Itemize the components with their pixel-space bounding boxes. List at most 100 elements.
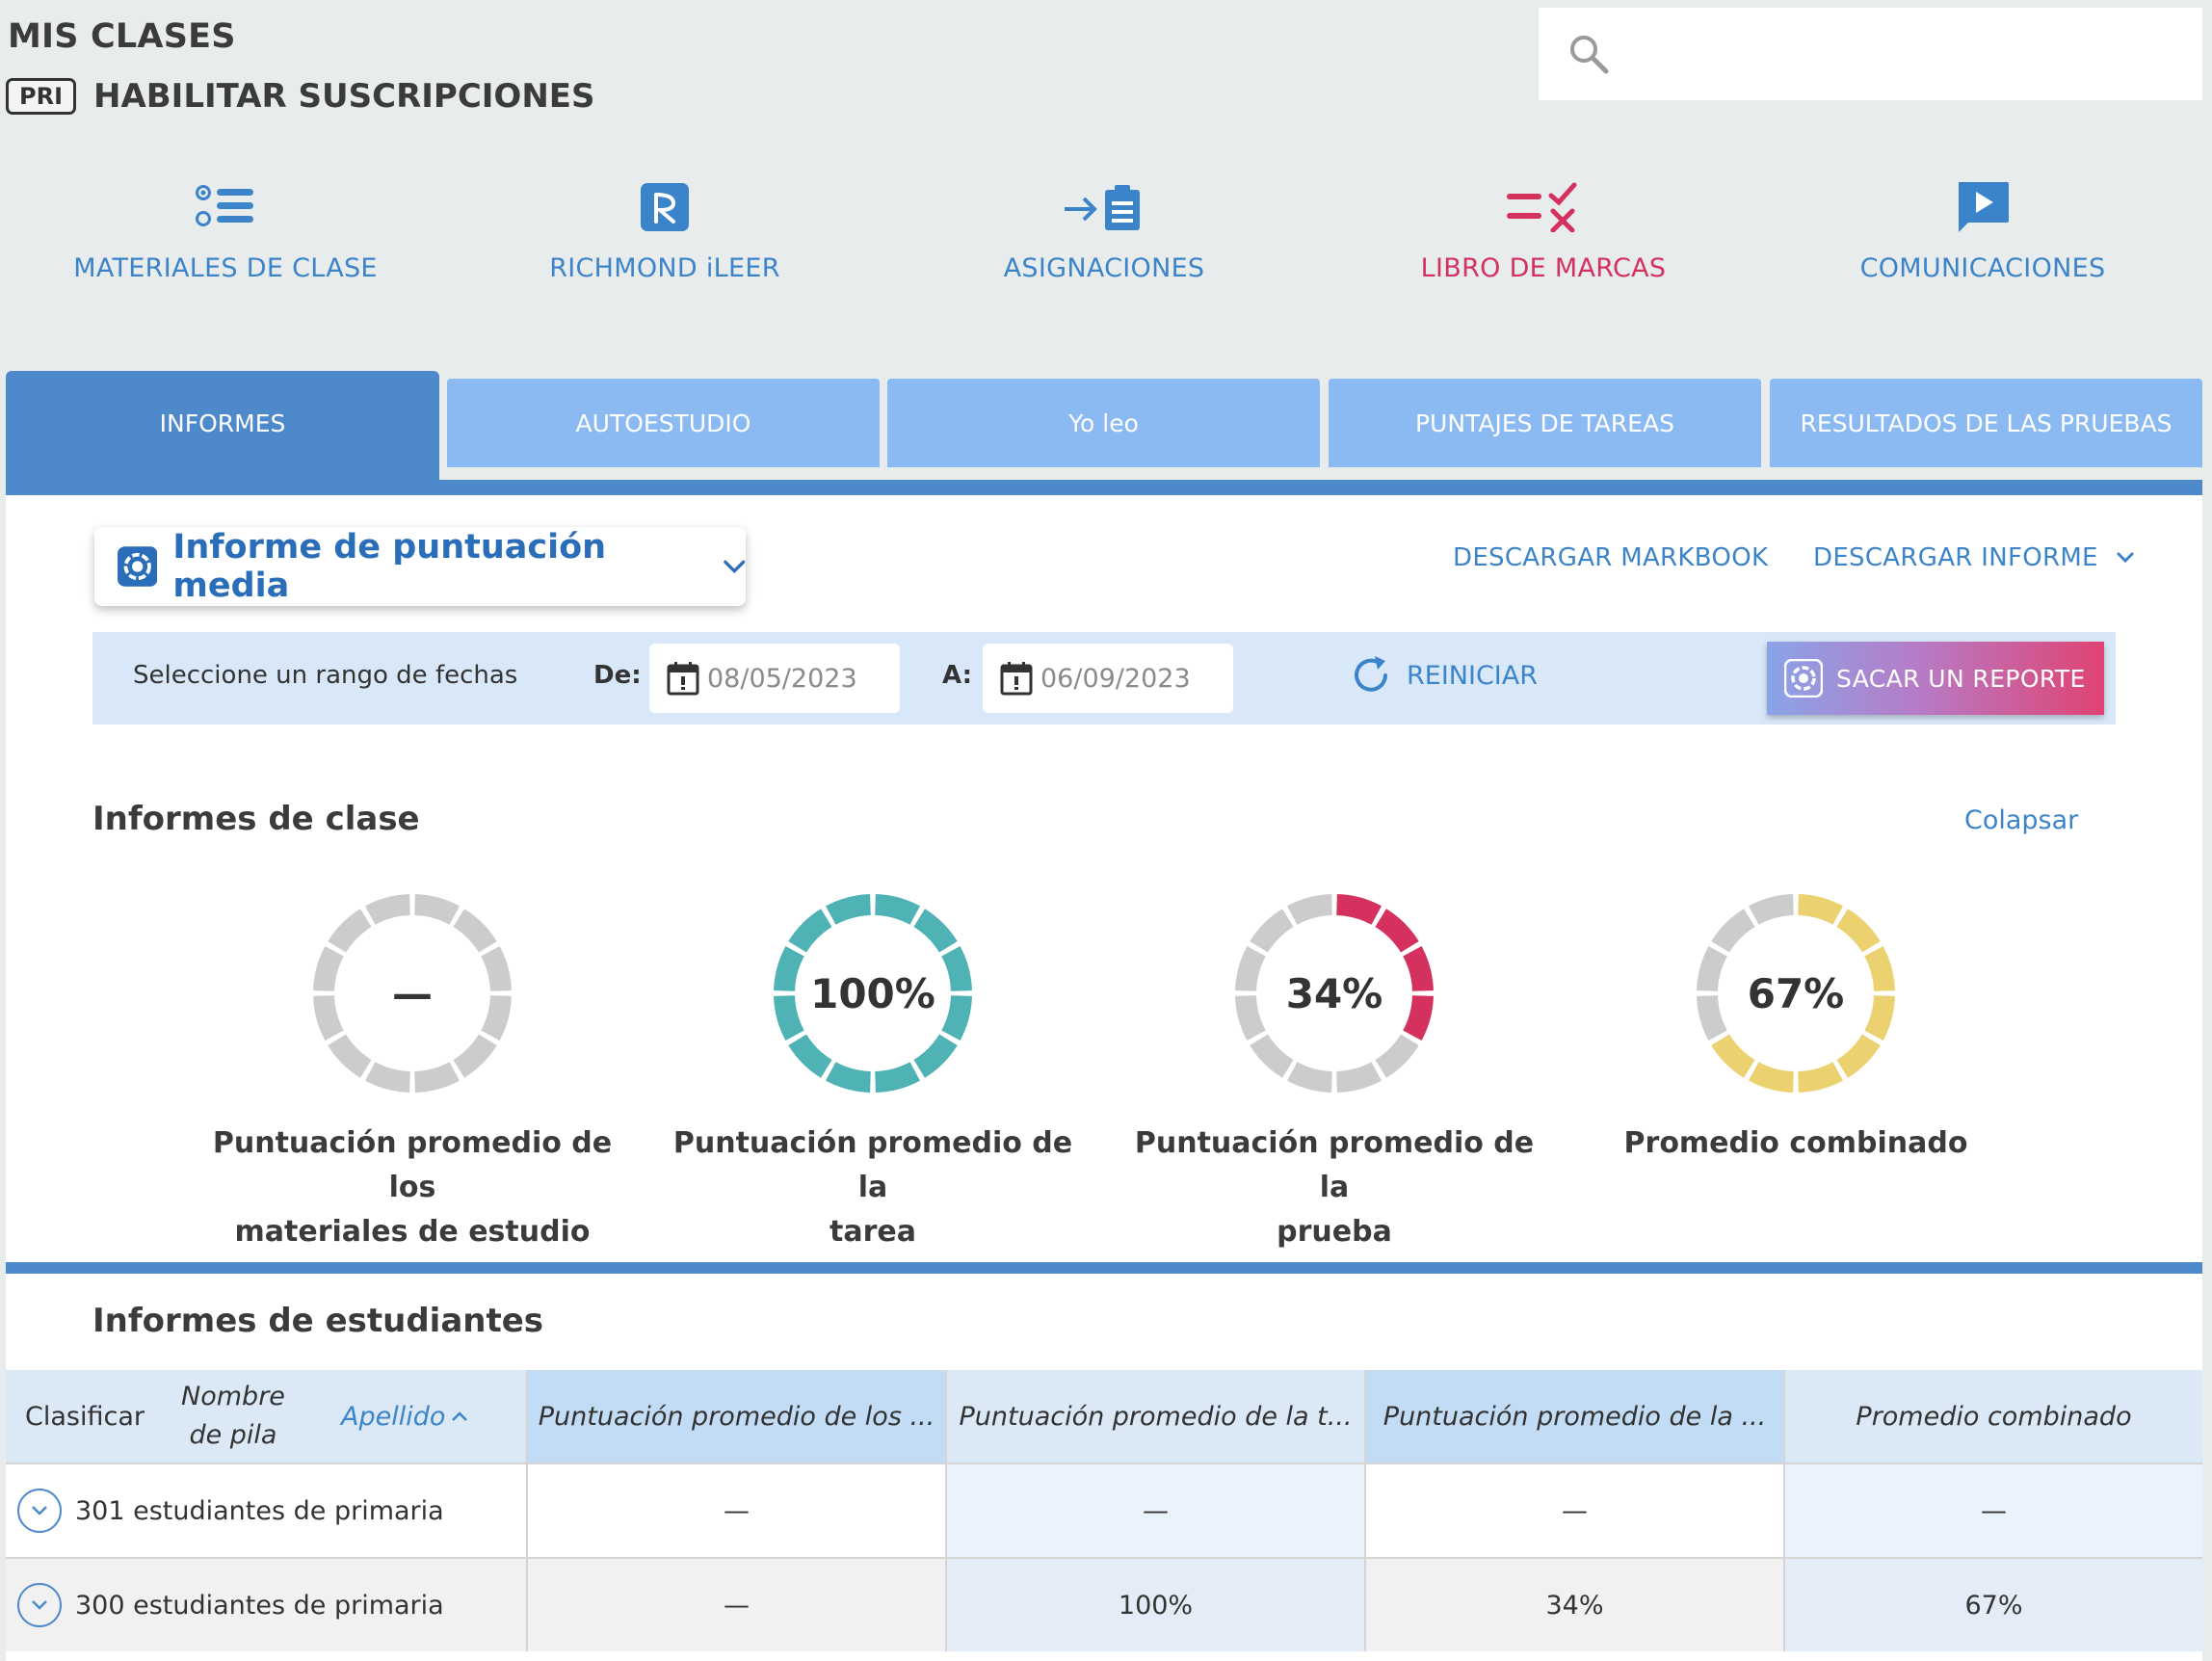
- column-header[interactable]: Puntuación promedio de la ...: [1366, 1370, 1783, 1463]
- gauge-value: 34%: [1286, 970, 1383, 1017]
- chevron-down-icon: [32, 1600, 47, 1610]
- ring-segment: [1711, 909, 1755, 953]
- row-name-cell: 300 estudiantes de primaria: [6, 1559, 526, 1651]
- to-date-value: 06/09/2023: [1040, 663, 1191, 694]
- refresh-icon: [1355, 656, 1387, 692]
- ring-segment: [1375, 909, 1419, 953]
- search-input[interactable]: [1623, 37, 2186, 71]
- ring-segment: [1335, 894, 1382, 925]
- level-badge: PRI: [6, 78, 76, 115]
- column-header[interactable]: Promedio combinado: [1785, 1370, 2202, 1463]
- reset-label: REINICIAR: [1407, 660, 1538, 691]
- ring-segment: [826, 894, 872, 925]
- report-icon: [1784, 659, 1823, 698]
- to-date-input[interactable]: 06/09/2023: [983, 644, 1233, 713]
- ring-segment: [365, 1062, 411, 1093]
- report-type-label: Informe de puntuación media: [172, 528, 607, 605]
- date-range-label: Seleccione un rango de fechas: [133, 661, 518, 690]
- nav-libro-de-marcas[interactable]: LIBRO DE MARCAS: [1341, 178, 1746, 283]
- gauge-assignments: 100% Puntuación promedio de la tarea: [661, 892, 1085, 1254]
- calendar-icon: [1000, 662, 1033, 696]
- row-name-cell: 301 estudiantes de primaria: [6, 1464, 526, 1557]
- row-name: 300 estudiantes de primaria: [75, 1590, 444, 1621]
- first-name-sort[interactable]: Nombre de pila: [166, 1378, 301, 1455]
- ring-segment: [1749, 1062, 1795, 1093]
- ring-segment: [1235, 994, 1266, 1041]
- chevron-down-icon: [32, 1506, 47, 1516]
- ring-segment: [913, 1034, 958, 1078]
- ring-segment: [1864, 994, 1895, 1041]
- tab-underline: [6, 480, 2202, 495]
- progress-ring: —: [313, 894, 512, 1093]
- column-divider: [526, 1370, 528, 1651]
- expand-button[interactable]: [17, 1489, 62, 1533]
- ring-segment: [1235, 946, 1266, 992]
- column-header[interactable]: Puntuación promedio de los ...: [528, 1370, 945, 1463]
- tab-yo-leo[interactable]: Yo leo: [887, 379, 1320, 467]
- ring-segment: [328, 909, 372, 953]
- ring-segment: [1836, 909, 1881, 953]
- column-header[interactable]: Puntuación promedio de la t...: [947, 1370, 1364, 1463]
- from-date-value: 08/05/2023: [707, 663, 857, 694]
- nav-materiales[interactable]: MATERIALES DE CLASE: [23, 178, 428, 283]
- table-cell: —: [1785, 1464, 2202, 1557]
- collapse-link[interactable]: Colapsar: [1964, 805, 2078, 835]
- list-icon: [196, 185, 253, 226]
- nav-comunicaciones[interactable]: COMUNICACIONES: [1780, 178, 2185, 283]
- expand-button[interactable]: [17, 1583, 62, 1627]
- gauge-combined: 67% Promedio combinado: [1584, 892, 2008, 1166]
- ring-segment: [413, 1062, 460, 1093]
- ring-segment: [1403, 994, 1434, 1041]
- ring-segment: [481, 946, 512, 992]
- tab-resultados-de-las-pruebas[interactable]: RESULTADOS DE LAS PRUEBAS: [1770, 379, 2202, 467]
- ring-segment: [874, 894, 920, 925]
- tab-puntajes-de-tareas[interactable]: PUNTAJES DE TAREAS: [1329, 379, 1761, 467]
- search-box[interactable]: [1539, 8, 2202, 100]
- page-title: MIS CLASES: [8, 17, 236, 56]
- ring-segment: [788, 1034, 832, 1078]
- report-type-dropdown[interactable]: Informe de puntuación media: [94, 527, 746, 606]
- progress-ring: 100%: [774, 894, 972, 1093]
- ring-segment: [481, 994, 512, 1041]
- student-reports-title: Informes de estudiantes: [92, 1302, 544, 1340]
- clipboard-arrow-icon: [1065, 185, 1140, 230]
- ring-segment: [453, 909, 497, 953]
- table-row: 301 estudiantes de primaria — — — —: [6, 1463, 2202, 1557]
- reset-button[interactable]: REINICIAR: [1349, 653, 1538, 698]
- ring-segment: [1250, 1034, 1294, 1078]
- nav-richmond[interactable]: RICHMOND iLEER: [462, 178, 867, 283]
- gauge-study-materials: — Puntuación promedio de los materiales d…: [200, 892, 624, 1254]
- progress-ring: 67%: [1697, 894, 1895, 1093]
- download-report-dropdown[interactable]: DESCARGAR INFORME: [1813, 543, 2135, 572]
- run-report-button[interactable]: SACAR UN REPORTE: [1767, 642, 2104, 715]
- tab-autoestudio[interactable]: AUTOESTUDIO: [447, 379, 880, 467]
- ring-segment: [1250, 909, 1294, 953]
- ring-segment: [1403, 946, 1434, 992]
- nav-label: ASIGNACIONES: [1003, 253, 1205, 283]
- date-range-bar: Seleccione un rango de fechas De: 08/05/…: [92, 632, 2116, 725]
- table-cell: 100%: [947, 1559, 1364, 1651]
- nav-label: RICHMOND iLEER: [549, 253, 780, 283]
- table-cell: —: [528, 1464, 945, 1557]
- ring-segment: [328, 1034, 372, 1078]
- enable-subscriptions-link[interactable]: HABILITAR SUSCRIPCIONES: [93, 77, 595, 116]
- download-markbook-link[interactable]: DESCARGAR MARKBOOK: [1453, 543, 1768, 572]
- ring-segment: [913, 909, 958, 953]
- ring-segment: [941, 946, 972, 992]
- last-name-sort[interactable]: Apellido: [341, 1402, 445, 1432]
- gauge-label: Puntuación promedio de la prueba: [1134, 1126, 1535, 1249]
- chevron-down-icon: [723, 560, 745, 574]
- tab-informes[interactable]: INFORMES: [6, 371, 439, 496]
- download-report-label: DESCARGAR INFORME: [1813, 543, 2098, 572]
- ring-segment: [1335, 1062, 1382, 1093]
- ring-segment: [1797, 894, 1843, 925]
- gauge-tests: 34% Puntuación promedio de la prueba: [1122, 892, 1546, 1254]
- class-subtitle: PRI HABILITAR SUSCRIPCIONES: [6, 77, 595, 116]
- report-tabs: INFORMES AUTOESTUDIO Yo leo PUNTAJES DE …: [0, 371, 2212, 496]
- search-icon: [1570, 36, 1609, 74]
- sort-label: Clasificar: [25, 1401, 145, 1432]
- nav-asignaciones[interactable]: ASIGNACIONES: [902, 178, 1306, 283]
- ring-segment: [1697, 946, 1727, 992]
- from-date-input[interactable]: 08/05/2023: [649, 644, 900, 713]
- main-nav: MATERIALES DE CLASE RICHMOND iLEER ASIGN…: [0, 178, 2212, 303]
